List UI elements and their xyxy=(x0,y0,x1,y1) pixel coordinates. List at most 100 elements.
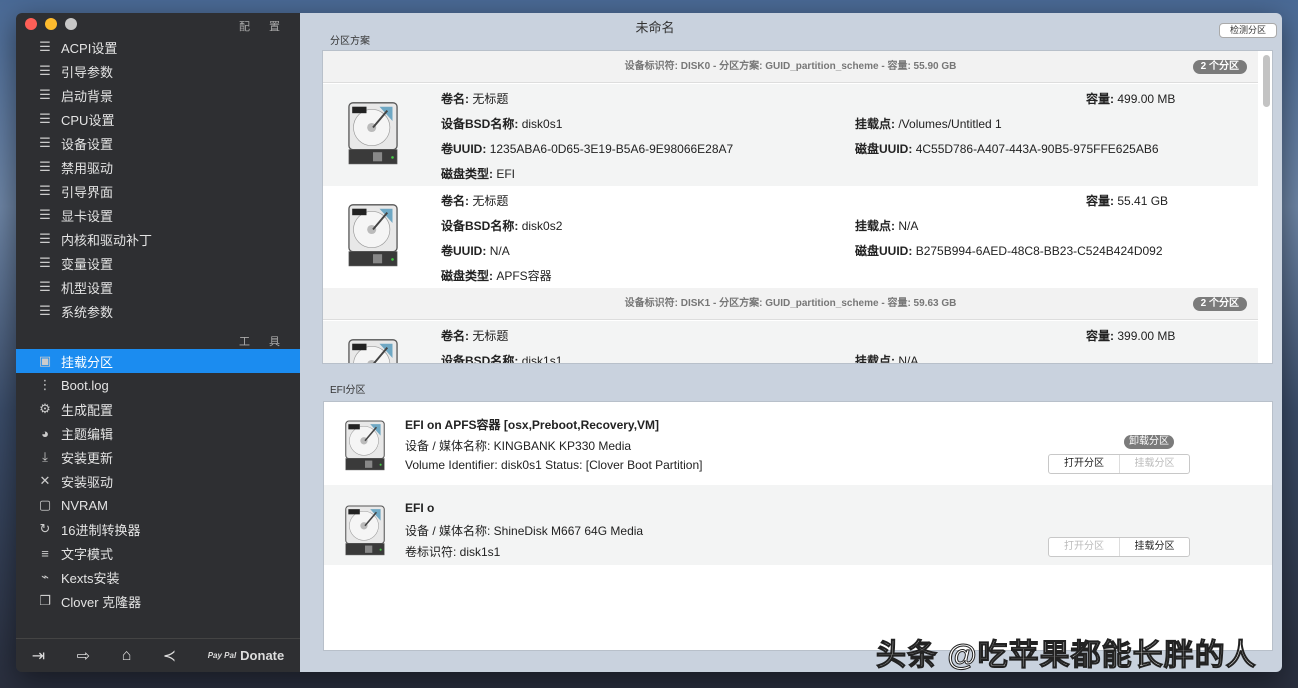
sidebar-item-label: 挂载分区 xyxy=(61,354,114,370)
mount-partition-button[interactable]: 挂载分区 xyxy=(1119,538,1189,556)
mount-partition-button[interactable]: 挂载分区 xyxy=(1119,455,1189,473)
donate-label: Donate xyxy=(240,648,285,663)
partition-row[interactable]: 卷名: 无标题 容量: 399.00 MB 设备BSD名称: disk1s1 挂载点:… xyxy=(323,321,1258,364)
sidebar-item[interactable]: ☰ 机型设置 xyxy=(16,275,300,299)
efi-row: EFI o 设备 / 媒体名称: ShineDisk M667 64G Medi… xyxy=(324,485,1272,565)
sidebar-item[interactable]: ▢ NVRAM xyxy=(16,493,300,517)
sidebar-item-label: 文字模式 xyxy=(61,546,114,562)
sidebar-item[interactable]: ☰ 启动背景 xyxy=(16,83,300,107)
efi-row: EFI on APFS容器 [osx,Preboot,Recovery,VM] … xyxy=(324,402,1272,485)
plug-icon: ⌁ xyxy=(41,569,49,584)
share-icon[interactable]: ≺ xyxy=(163,646,176,666)
list-icon: ☰ xyxy=(39,111,51,126)
disk-type: 磁盘类型: APFS容器 xyxy=(441,269,552,283)
sidebar-item[interactable]: ✕ 安装驱动 xyxy=(16,469,300,493)
sidebar-item[interactable]: ⌁ Kexts安装 xyxy=(16,565,300,589)
list-icon: ☰ xyxy=(39,183,51,198)
sidebar-item[interactable]: ⚙ 生成配置 xyxy=(16,397,300,421)
download-icon: ⤓ xyxy=(42,449,48,464)
partition-scheme-panel[interactable]: 设备标识符: DISK0 - 分区方案: GUID_partition_sche… xyxy=(322,50,1273,364)
sidebar-item[interactable]: ☰ ACPI设置 xyxy=(16,35,300,59)
close-button[interactable] xyxy=(25,18,37,30)
sidebar-item-label: 内核和驱动补丁 xyxy=(61,232,153,248)
disk-icon: ▣ xyxy=(38,353,52,368)
sidebar-item[interactable]: ≡ 文字模式 xyxy=(16,541,300,565)
efi-actions: 打开分区 挂载分区 xyxy=(1048,454,1190,474)
sidebar-item[interactable]: ↻ 16进制转换器 xyxy=(16,517,300,541)
minimize-button[interactable] xyxy=(45,18,57,30)
sidebar-item-label: 启动背景 xyxy=(61,88,114,104)
efi-identifier: 卷标识符: disk1s1 xyxy=(405,545,501,559)
sidebar-item[interactable]: ☰ 系统参数 xyxy=(16,299,300,323)
sidebar-item-label: 禁用驱动 xyxy=(61,160,114,176)
sidebar-item[interactable]: ☰ 引导界面 xyxy=(16,179,300,203)
efi-title: EFI o xyxy=(405,501,435,515)
mount-point: 挂载点: /Volumes/Untitled 1 xyxy=(855,117,1002,131)
sidebar-item-label: NVRAM xyxy=(61,497,108,513)
text-lines-icon: ≡ xyxy=(41,545,49,561)
capacity: 容量: 499.00 MB xyxy=(1086,92,1176,106)
sidebar-item[interactable]: ⋮ Boot.log xyxy=(16,373,300,397)
sidebar-item-label: 变量设置 xyxy=(61,256,114,272)
mount-point: 挂载点: N/A xyxy=(855,219,919,233)
bottom-toolbar: ⇥ ⇨ ⌂ ≺ Pay Pal Donate xyxy=(16,638,300,672)
donate-button[interactable]: Pay Pal Donate xyxy=(208,648,285,663)
sidebar-item[interactable]: ☰ CPU设置 xyxy=(16,107,300,131)
disk-type: 磁盘类型: EFI xyxy=(441,167,516,181)
sidebar-item-label: 显卡设置 xyxy=(61,208,114,224)
export-icon[interactable]: ⇨ xyxy=(77,646,90,666)
import-icon[interactable]: ⇥ xyxy=(32,646,45,666)
list-icon: ☰ xyxy=(39,279,51,294)
list-icon: ☰ xyxy=(39,63,51,78)
volume-name: 卷名: 无标题 xyxy=(441,329,509,343)
sidebar-item-label: 安装驱动 xyxy=(61,474,114,490)
disk-uuid: 磁盘UUID: B275B994-6AED-48C8-BB23-C524B424… xyxy=(855,244,1163,258)
sidebar-item[interactable]: ⤓ 安装更新 xyxy=(16,445,300,469)
list-icon: ☰ xyxy=(39,87,51,102)
mount-point: 挂载点: N/A xyxy=(855,354,919,364)
log-search-icon: ⋮ xyxy=(38,377,52,392)
efi-media-name: 设备 / 媒体名称: ShineDisk M667 64G Media xyxy=(405,524,644,538)
chip-icon: ▢ xyxy=(38,497,52,512)
palette-icon: ◕ xyxy=(41,425,49,441)
sidebar-item[interactable]: ◕ 主题编辑 xyxy=(16,421,300,445)
sidebar-item[interactable]: ☰ 内核和驱动补丁 xyxy=(16,227,300,251)
open-partition-button[interactable]: 打开分区 xyxy=(1049,538,1119,556)
sidebar-item[interactable]: ☰ 设备设置 xyxy=(16,131,300,155)
hard-disk-icon xyxy=(348,339,398,363)
app-window: 配 置 ☰ ACPI设置 ☰ 引导参数 ☰ 启动背景 ☰ CPU设置 ☰ 设备设置 ☰ 禁用驱动 ☰ 引导… xyxy=(16,13,1282,672)
disk-header-text: 设备标识符: DISK1 - 分区方案: GUID_partition_sche… xyxy=(624,298,957,309)
home-icon[interactable]: ⌂ xyxy=(122,647,132,665)
list-icon: ☰ xyxy=(39,135,51,150)
open-partition-button[interactable]: 打开分区 xyxy=(1049,455,1119,473)
sidebar-item[interactable]: ❐ Clover 克隆器 xyxy=(16,589,300,613)
volume-name: 卷名: 无标题 xyxy=(441,92,509,106)
sidebar-item[interactable]: ☰ 显卡设置 xyxy=(16,203,300,227)
sidebar-item-label: 设备设置 xyxy=(61,136,114,152)
hard-disk-icon xyxy=(345,505,385,556)
sidebar-item-label: Boot.log xyxy=(61,377,109,393)
scrollbar[interactable] xyxy=(1263,55,1270,107)
list-icon: ☰ xyxy=(39,207,51,222)
sidebar-item[interactable]: ☰ 引导参数 xyxy=(16,59,300,83)
sidebar-item[interactable]: ☰ 变量设置 xyxy=(16,251,300,275)
sidebar-item-label: 生成配置 xyxy=(61,402,114,418)
bsd-name: 设备BSD名称: disk0s1 xyxy=(441,117,563,131)
partition-row[interactable]: 卷名: 无标题 容量: 499.00 MB 设备BSD名称: disk0s1 挂载点:… xyxy=(323,84,1258,186)
partition-count-badge: 2 个分区 xyxy=(1192,297,1247,311)
sidebar-item[interactable]: ▣ 挂载分区 xyxy=(16,349,300,373)
sidebar-item-label: 主题编辑 xyxy=(61,426,114,442)
unmount-button[interactable]: 卸载分区 xyxy=(1124,435,1174,449)
zoom-button[interactable] xyxy=(65,18,77,30)
disk-header: 设备标识符: DISK0 - 分区方案: GUID_partition_sche… xyxy=(323,51,1258,83)
sidebar-item[interactable]: ☰ 禁用驱动 xyxy=(16,155,300,179)
disk-header-text: 设备标识符: DISK0 - 分区方案: GUID_partition_sche… xyxy=(624,61,957,72)
efi-label: EFI分区 xyxy=(330,385,366,396)
copy-icon: ❐ xyxy=(39,593,51,608)
partition-row[interactable]: 卷名: 无标题 容量: 55.41 GB 设备BSD名称: disk0s2 挂载点: … xyxy=(323,186,1258,288)
sidebar-item-label: 引导界面 xyxy=(61,184,114,200)
main-area: 未命名 检测分区 分区方案 设备标识符: DISK0 - 分区方案: GUID_… xyxy=(300,13,1282,672)
capacity: 容量: 399.00 MB xyxy=(1086,329,1176,343)
detect-partitions-button[interactable]: 检测分区 xyxy=(1219,23,1277,38)
volume-name: 卷名: 无标题 xyxy=(441,194,509,208)
